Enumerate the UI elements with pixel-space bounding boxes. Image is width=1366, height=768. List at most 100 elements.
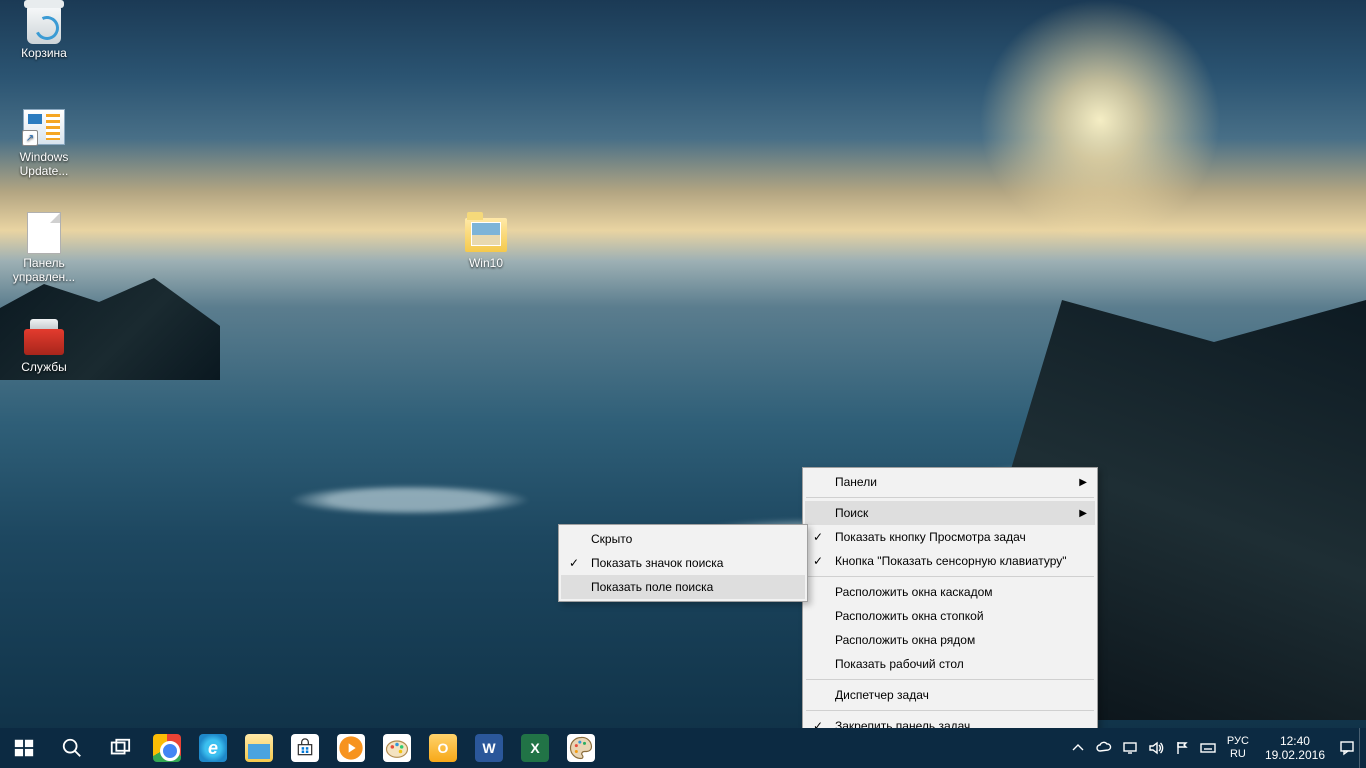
taskbar-context-menu: Панели ▶ Поиск ▶ ✓ Показать кнопку Просм… [802, 467, 1098, 765]
submenu-item-show-box[interactable]: Показать поле поиска [561, 575, 805, 599]
menu-separator [806, 497, 1094, 498]
system-tray: РУС RU 12:40 19.02.2016 [1065, 728, 1366, 768]
keyboard-icon [1200, 740, 1216, 756]
speaker-icon [1148, 740, 1164, 756]
folder-icon [465, 212, 507, 254]
menu-label: Расположить окна рядом [835, 633, 975, 647]
file-explorer-icon [245, 734, 273, 762]
menu-item-cascade[interactable]: Расположить окна каскадом [805, 580, 1095, 604]
menu-item-search[interactable]: Поиск ▶ [805, 501, 1095, 525]
menu-label: Показать кнопку Просмотра задач [835, 530, 1026, 544]
flag-icon [1174, 740, 1190, 756]
desktop-icon-windows-update[interactable]: ↗ Windows Update... [6, 106, 82, 178]
word-icon: W [475, 734, 503, 762]
outlook-icon: O [429, 734, 457, 762]
minitools-icon: ↗ [23, 106, 65, 148]
palette-icon [567, 734, 595, 762]
menu-label: Поиск [835, 506, 868, 520]
menu-label: Показать рабочий стол [835, 657, 964, 671]
show-desktop-button[interactable] [1359, 728, 1366, 768]
taskbar-app-outlook[interactable]: O [420, 728, 466, 768]
check-icon: ✓ [569, 556, 579, 570]
menu-label: Панели [835, 475, 877, 489]
tray-onedrive[interactable] [1091, 728, 1117, 768]
taskbar-app-paint[interactable] [374, 728, 420, 768]
check-icon: ✓ [813, 554, 823, 568]
taskbar-app-chrome[interactable] [144, 728, 190, 768]
store-icon [291, 734, 319, 762]
icon-label: Службы [6, 360, 82, 374]
tray-volume[interactable] [1143, 728, 1169, 768]
taskbar-app-ie[interactable] [190, 728, 236, 768]
desktop-icon-services[interactable]: Службы [6, 316, 82, 374]
menu-item-show-taskview[interactable]: ✓ Показать кнопку Просмотра задач [805, 525, 1095, 549]
menu-separator [806, 679, 1094, 680]
desktop-icon-control-panel[interactable]: Панель управлен... [6, 212, 82, 284]
submenu-item-hidden[interactable]: Скрыто [561, 527, 805, 551]
start-button[interactable] [0, 728, 48, 768]
icon-label: Win10 [448, 256, 524, 270]
action-center-button[interactable] [1335, 728, 1359, 768]
icon-label: Windows Update... [6, 150, 82, 178]
taskbar-app-excel[interactable]: X [512, 728, 558, 768]
tray-show-hidden[interactable] [1065, 728, 1091, 768]
chevron-right-icon: ▶ [1079, 477, 1087, 488]
recycle-bin-icon [27, 6, 61, 44]
desktop-icon-recycle-bin[interactable]: Корзина [6, 6, 82, 60]
menu-label: Скрыто [591, 532, 632, 546]
menu-item-show-touch-keyboard[interactable]: ✓ Кнопка "Показать сенсорную клавиатуру" [805, 549, 1095, 573]
clock[interactable]: 12:40 19.02.2016 [1255, 734, 1335, 762]
taskbar-app-store[interactable] [282, 728, 328, 768]
task-view-button[interactable] [96, 728, 144, 768]
desktop-icon-win10-folder[interactable]: Win10 [448, 212, 524, 270]
windows-logo-icon [13, 737, 35, 759]
menu-label: Диспетчер задач [835, 688, 929, 702]
chevron-up-icon [1070, 740, 1086, 756]
menu-label: Показать значок поиска [591, 556, 723, 570]
paint-icon [383, 734, 411, 762]
tray-keyboard[interactable] [1195, 728, 1221, 768]
taskbar-app-media-player[interactable] [328, 728, 374, 768]
icon-label: Корзина [6, 46, 82, 60]
check-icon: ✓ [813, 530, 823, 544]
task-view-icon [109, 737, 131, 759]
lang-locale: RU [1227, 748, 1249, 761]
language-indicator[interactable]: РУС RU [1221, 735, 1255, 761]
menu-item-panels[interactable]: Панели ▶ [805, 470, 1095, 494]
taskbar-app-word[interactable]: W [466, 728, 512, 768]
menu-item-sidebyside[interactable]: Расположить окна рядом [805, 628, 1095, 652]
tray-security[interactable] [1169, 728, 1195, 768]
excel-icon: X [521, 734, 549, 762]
media-player-icon [337, 734, 365, 762]
taskbar-app-palette[interactable] [558, 728, 604, 768]
ie-icon [199, 734, 227, 762]
taskbar[interactable]: O W X РУС RU 12:40 19.02.2016 [0, 728, 1366, 768]
monitor-icon [1122, 740, 1138, 756]
clock-date: 19.02.2016 [1265, 748, 1325, 762]
notification-icon [1339, 740, 1355, 756]
menu-label: Показать поле поиска [591, 580, 713, 594]
menu-item-stack[interactable]: Расположить окна стопкой [805, 604, 1095, 628]
menu-label: Кнопка "Показать сенсорную клавиатуру" [835, 554, 1067, 568]
search-submenu: Скрыто ✓ Показать значок поиска Показать… [558, 524, 808, 602]
menu-item-task-manager[interactable]: Диспетчер задач [805, 683, 1095, 707]
search-button[interactable] [48, 728, 96, 768]
tray-network[interactable] [1117, 728, 1143, 768]
submenu-item-show-icon[interactable]: ✓ Показать значок поиска [561, 551, 805, 575]
toolbox-icon [23, 316, 65, 358]
menu-separator [806, 576, 1094, 577]
clock-time: 12:40 [1265, 734, 1325, 748]
menu-item-show-desktop[interactable]: Показать рабочий стол [805, 652, 1095, 676]
chevron-right-icon: ▶ [1079, 508, 1087, 519]
taskbar-app-explorer[interactable] [236, 728, 282, 768]
menu-label: Расположить окна каскадом [835, 585, 993, 599]
chrome-icon [153, 734, 181, 762]
document-icon [23, 212, 65, 254]
icon-label: Панель управлен... [6, 256, 82, 284]
desktop[interactable]: Корзина ↗ Windows Update... Панель управ… [0, 0, 1366, 768]
menu-separator [806, 710, 1094, 711]
cloud-icon [1096, 740, 1112, 756]
search-icon [61, 737, 83, 759]
menu-label: Расположить окна стопкой [835, 609, 984, 623]
lang-layout: РУС [1227, 735, 1249, 748]
